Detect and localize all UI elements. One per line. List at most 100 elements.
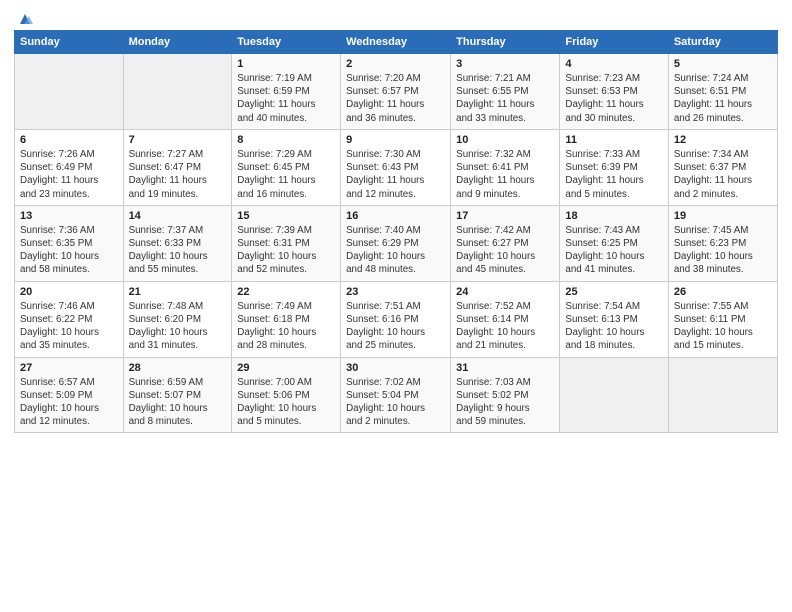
day-cell: 10 Sunrise: 7:32 AMSunset: 6:41 PMDayligh…	[451, 129, 560, 205]
day-cell: 24 Sunrise: 7:52 AMSunset: 6:14 PMDayligh…	[451, 281, 560, 357]
day-cell: 9 Sunrise: 7:30 AMSunset: 6:43 PMDaylight…	[341, 129, 451, 205]
day-info: Sunrise: 7:33 AMSunset: 6:39 PMDaylight:…	[565, 148, 662, 201]
week-row-5: 27 Sunrise: 6:57 AMSunset: 5:09 PMDayligh…	[15, 357, 778, 433]
day-number: 27	[20, 362, 118, 374]
day-number: 25	[565, 286, 662, 298]
logo-icon	[16, 10, 34, 28]
day-number: 23	[346, 286, 445, 298]
day-info: Sunrise: 7:30 AMSunset: 6:43 PMDaylight:…	[346, 148, 445, 201]
day-cell: 11Sunrise: 7:33 AMSunset: 6:39 PMDayligh…	[560, 129, 668, 205]
day-info: Sunrise: 7:39 AMSunset: 6:31 PMDaylight:…	[237, 224, 335, 277]
day-number: 1	[237, 58, 335, 70]
day-cell	[15, 54, 124, 130]
day-number: 5	[674, 58, 772, 70]
day-info: Sunrise: 7:43 AMSunset: 6:25 PMDaylight:…	[565, 224, 662, 277]
day-number: 13	[20, 210, 118, 222]
day-number: 3	[456, 58, 554, 70]
day-cell: 18 Sunrise: 7:43 AMSunset: 6:25 PMDayligh…	[560, 205, 668, 281]
day-cell: 25 Sunrise: 7:54 AMSunset: 6:13 PMDayligh…	[560, 281, 668, 357]
day-cell: 1 Sunrise: 7:19 AMSunset: 6:59 PMDaylight…	[232, 54, 341, 130]
day-info: Sunrise: 7:37 AMSunset: 6:33 PMDaylight:…	[129, 224, 227, 277]
day-cell: 3 Sunrise: 7:21 AMSunset: 6:55 PMDaylight…	[451, 54, 560, 130]
day-number: 19	[674, 210, 772, 222]
day-number: 17	[456, 210, 554, 222]
day-cell: 19 Sunrise: 7:45 AMSunset: 6:23 PMDayligh…	[668, 205, 777, 281]
day-number: 24	[456, 286, 554, 298]
day-number: 8	[237, 134, 335, 146]
day-cell	[560, 357, 668, 433]
day-cell: 4 Sunrise: 7:23 AMSunset: 6:53 PMDaylight…	[560, 54, 668, 130]
day-cell	[668, 357, 777, 433]
weekday-header-tuesday: Tuesday	[232, 31, 341, 54]
day-number: 26	[674, 286, 772, 298]
day-info: Sunrise: 7:21 AMSunset: 6:55 PMDaylight:…	[456, 72, 554, 125]
day-cell: 22 Sunrise: 7:49 AMSunset: 6:18 PMDayligh…	[232, 281, 341, 357]
weekday-header-thursday: Thursday	[451, 31, 560, 54]
day-cell: 6 Sunrise: 7:26 AMSunset: 6:49 PMDaylight…	[15, 129, 124, 205]
day-info: Sunrise: 7:42 AMSunset: 6:27 PMDaylight:…	[456, 224, 554, 277]
day-number: 10	[456, 134, 554, 146]
day-info: Sunrise: 7:49 AMSunset: 6:18 PMDaylight:…	[237, 300, 335, 353]
day-cell: 28Sunrise: 6:59 AMSunset: 5:07 PMDayligh…	[123, 357, 232, 433]
day-number: 20	[20, 286, 118, 298]
weekday-header-wednesday: Wednesday	[341, 31, 451, 54]
day-cell: 17 Sunrise: 7:42 AMSunset: 6:27 PMDayligh…	[451, 205, 560, 281]
day-info: Sunrise: 7:20 AMSunset: 6:57 PMDaylight:…	[346, 72, 445, 125]
day-info: Sunrise: 7:48 AMSunset: 6:20 PMDaylight:…	[129, 300, 227, 353]
day-number: 4	[565, 58, 662, 70]
day-info: Sunrise: 7:29 AMSunset: 6:45 PMDaylight:…	[237, 148, 335, 201]
day-number: 12	[674, 134, 772, 146]
day-info: Sunrise: 7:03 AMSunset: 5:02 PMDaylight:…	[456, 376, 554, 429]
day-info: Sunrise: 7:23 AMSunset: 6:53 PMDaylight:…	[565, 72, 662, 125]
day-info: Sunrise: 6:57 AMSunset: 5:09 PMDaylight:…	[20, 376, 118, 429]
day-info: Sunrise: 7:40 AMSunset: 6:29 PMDaylight:…	[346, 224, 445, 277]
day-cell: 14 Sunrise: 7:37 AMSunset: 6:33 PMDayligh…	[123, 205, 232, 281]
day-cell: 29 Sunrise: 7:00 AMSunset: 5:06 PMDayligh…	[232, 357, 341, 433]
day-number: 9	[346, 134, 445, 146]
day-number: 14	[129, 210, 227, 222]
day-number: 30	[346, 362, 445, 374]
day-cell	[123, 54, 232, 130]
day-number: 21	[129, 286, 227, 298]
header	[14, 10, 778, 24]
day-info: Sunrise: 7:55 AMSunset: 6:11 PMDaylight:…	[674, 300, 772, 353]
day-cell: 5Sunrise: 7:24 AMSunset: 6:51 PMDaylight…	[668, 54, 777, 130]
day-number: 18	[565, 210, 662, 222]
weekday-header-saturday: Saturday	[668, 31, 777, 54]
day-info: Sunrise: 7:19 AMSunset: 6:59 PMDaylight:…	[237, 72, 335, 125]
day-info: Sunrise: 7:52 AMSunset: 6:14 PMDaylight:…	[456, 300, 554, 353]
day-info: Sunrise: 7:00 AMSunset: 5:06 PMDaylight:…	[237, 376, 335, 429]
day-number: 7	[129, 134, 227, 146]
day-number: 15	[237, 210, 335, 222]
day-number: 22	[237, 286, 335, 298]
day-number: 31	[456, 362, 554, 374]
day-cell: 2 Sunrise: 7:20 AMSunset: 6:57 PMDaylight…	[341, 54, 451, 130]
day-number: 28	[129, 362, 227, 374]
day-cell: 23 Sunrise: 7:51 AMSunset: 6:16 PMDayligh…	[341, 281, 451, 357]
day-info: Sunrise: 7:26 AMSunset: 6:49 PMDaylight:…	[20, 148, 118, 201]
day-number: 16	[346, 210, 445, 222]
day-cell: 30 Sunrise: 7:02 AMSunset: 5:04 PMDayligh…	[341, 357, 451, 433]
day-cell: 20 Sunrise: 7:46 AMSunset: 6:22 PMDayligh…	[15, 281, 124, 357]
day-cell: 13 Sunrise: 7:36 AMSunset: 6:35 PMDayligh…	[15, 205, 124, 281]
weekday-header-monday: Monday	[123, 31, 232, 54]
day-info: Sunrise: 7:02 AMSunset: 5:04 PMDaylight:…	[346, 376, 445, 429]
day-number: 6	[20, 134, 118, 146]
day-info: Sunrise: 7:54 AMSunset: 6:13 PMDaylight:…	[565, 300, 662, 353]
calendar-table: SundayMondayTuesdayWednesdayThursdayFrid…	[14, 30, 778, 433]
page-container: SundayMondayTuesdayWednesdayThursdayFrid…	[0, 0, 792, 443]
day-number: 29	[237, 362, 335, 374]
logo	[14, 10, 34, 24]
day-info: Sunrise: 7:46 AMSunset: 6:22 PMDaylight:…	[20, 300, 118, 353]
day-info: Sunrise: 7:34 AMSunset: 6:37 PMDaylight:…	[674, 148, 772, 201]
week-row-2: 6 Sunrise: 7:26 AMSunset: 6:49 PMDaylight…	[15, 129, 778, 205]
day-info: Sunrise: 7:32 AMSunset: 6:41 PMDaylight:…	[456, 148, 554, 201]
day-cell: 7Sunrise: 7:27 AMSunset: 6:47 PMDaylight…	[123, 129, 232, 205]
day-cell: 27 Sunrise: 6:57 AMSunset: 5:09 PMDayligh…	[15, 357, 124, 433]
day-info: Sunrise: 7:51 AMSunset: 6:16 PMDaylight:…	[346, 300, 445, 353]
day-info: Sunrise: 7:45 AMSunset: 6:23 PMDaylight:…	[674, 224, 772, 277]
day-info: Sunrise: 7:36 AMSunset: 6:35 PMDaylight:…	[20, 224, 118, 277]
weekday-header-friday: Friday	[560, 31, 668, 54]
day-cell: 16 Sunrise: 7:40 AMSunset: 6:29 PMDayligh…	[341, 205, 451, 281]
day-number: 2	[346, 58, 445, 70]
